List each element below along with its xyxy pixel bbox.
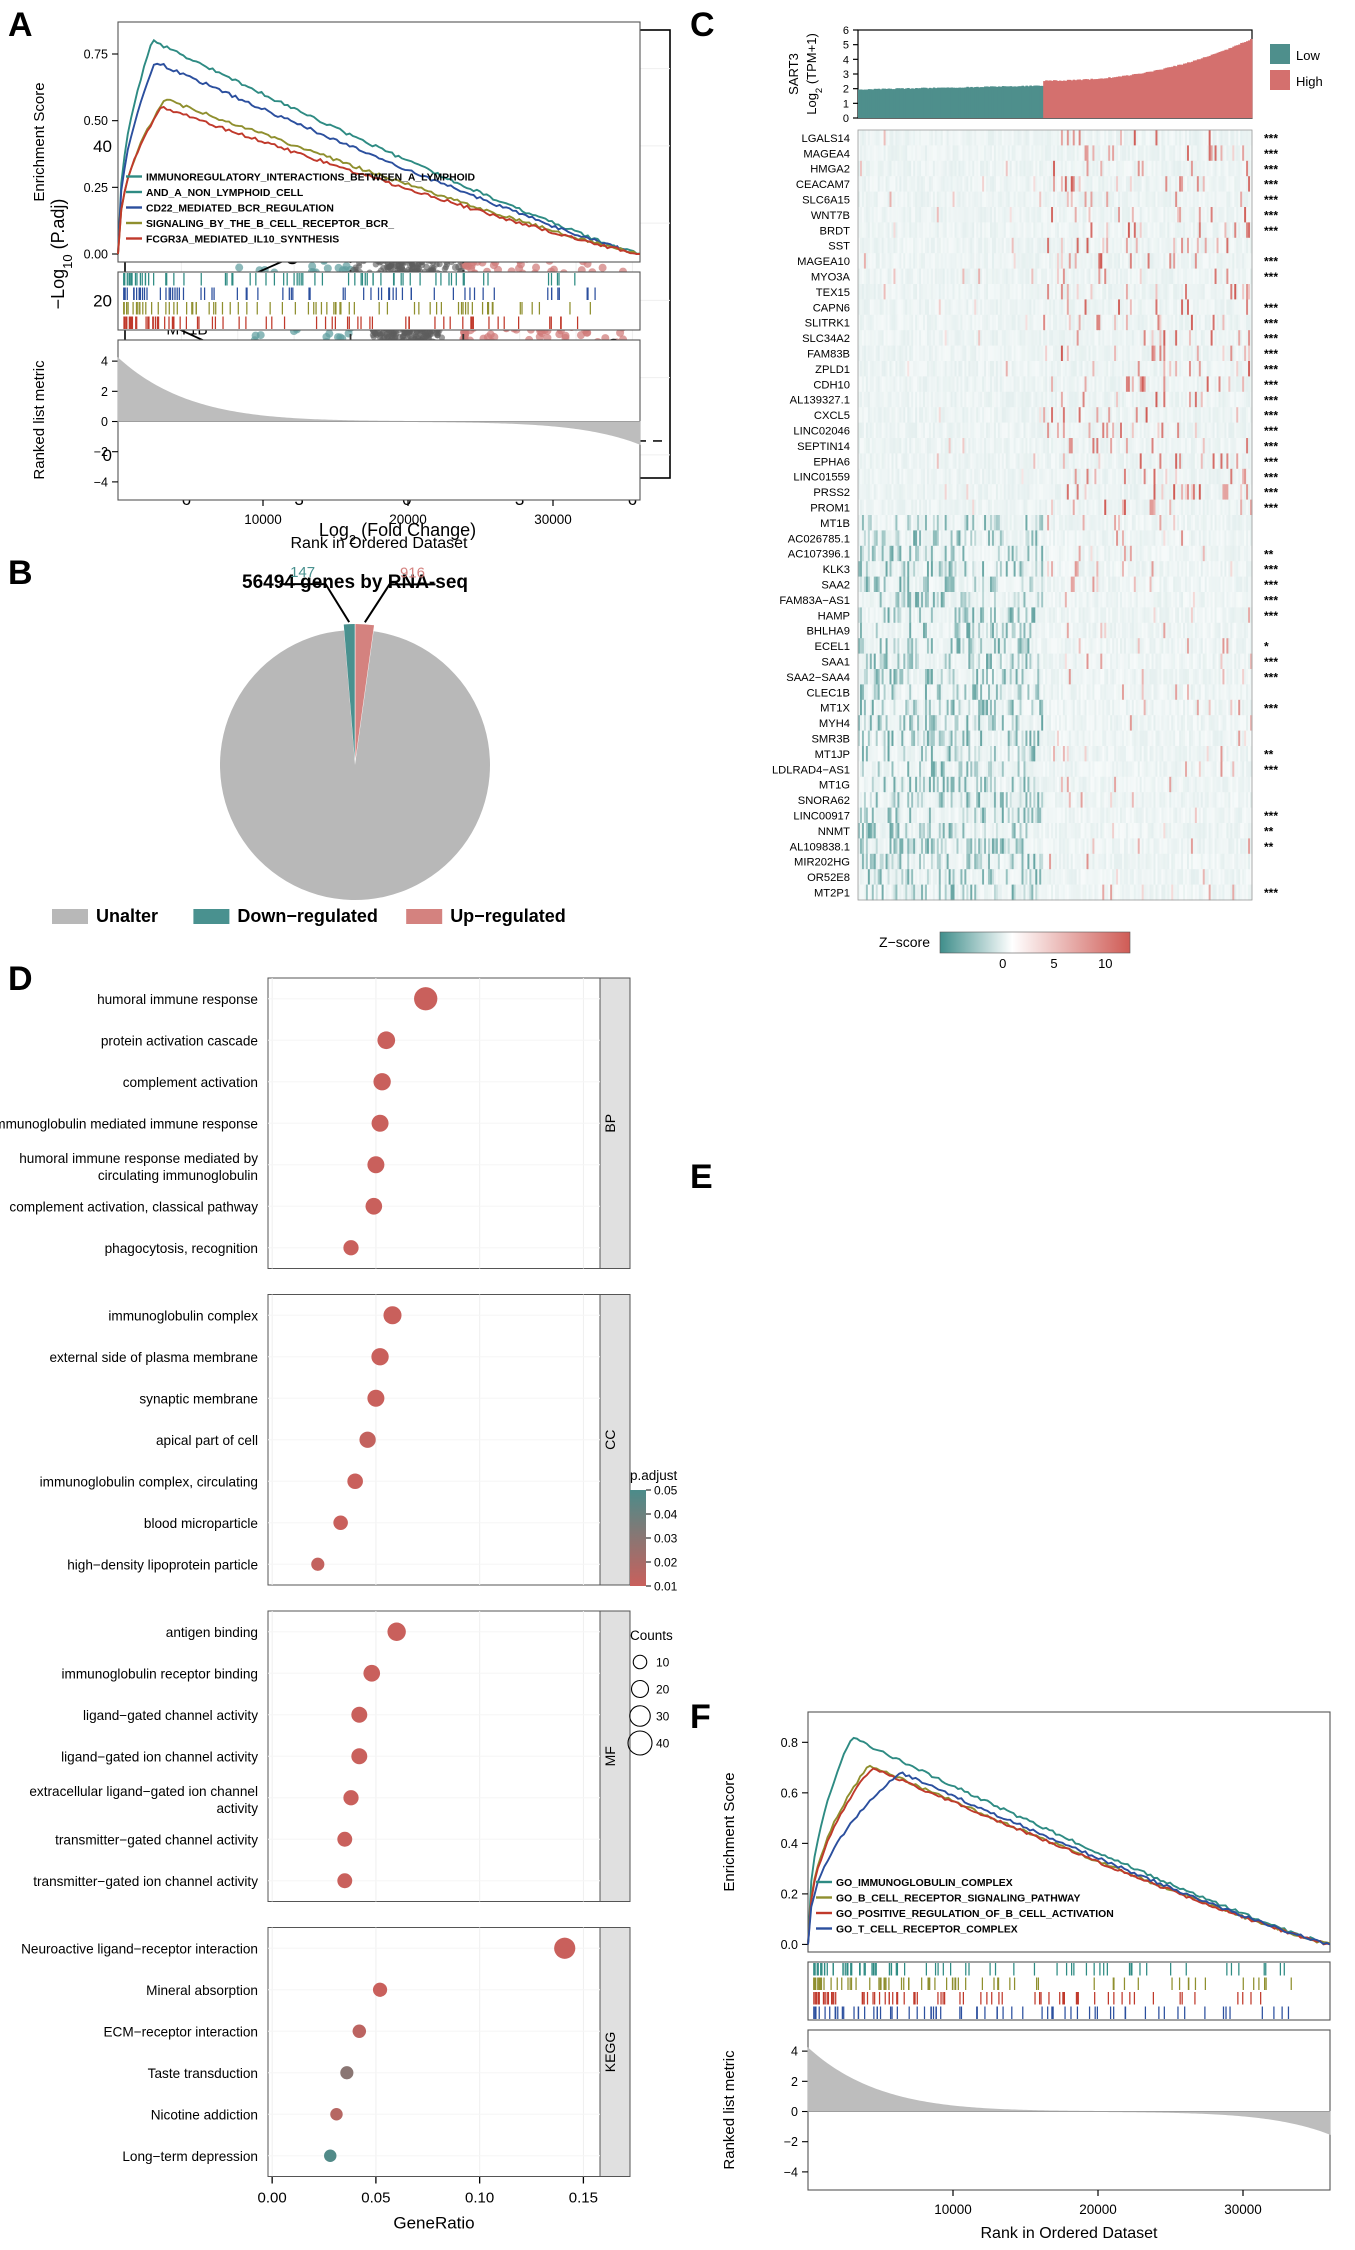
heatmap-significance: *** (1264, 255, 1278, 269)
heatmap-significance: *** (1264, 424, 1278, 438)
heatmap-significance: *** (1264, 193, 1278, 207)
pie-title: 56494 genes by RNA-seq (242, 572, 468, 593)
heatmap-gene-label: SLITRK1 (805, 318, 850, 330)
heatmap-gene-label: WNT7B (811, 210, 850, 222)
pie-legend: Unalter Down−regulated Up−regulated (52, 906, 566, 926)
sart3-bar-y-label-line2: Log2 (TPM+1) (804, 33, 825, 115)
heatmap-gene-label: AL139327.1 (790, 395, 850, 407)
heatmap-gene-label: CXCL5 (814, 410, 850, 422)
heatmap-gene-label: TEX15 (816, 287, 850, 299)
heatmap-gene-label: CDH10 (813, 379, 850, 391)
pie-callout-label: 147 (290, 564, 315, 581)
group-legend-label: High (1296, 74, 1323, 89)
heatmap-gene-label: LGALS14 (801, 133, 850, 145)
heatmap-significance: *** (1264, 393, 1278, 407)
heatmap-gene-label: EPHA6 (813, 456, 850, 468)
heatmap-gene-label: SLC6A15 (802, 195, 850, 207)
sart3-bar-y-label-line1: SART3 (786, 53, 801, 95)
heatmap-significance: *** (1264, 347, 1278, 361)
pie-legend-swatch (52, 909, 88, 924)
pie-legend-label: Down−regulated (237, 906, 378, 926)
sart3-bar-y-tick: 1 (843, 98, 849, 110)
pie-legend-swatch (193, 909, 230, 924)
heatmap-significance: *** (1264, 378, 1278, 392)
heatmap-significance: *** (1264, 162, 1278, 176)
heatmap-gene-label: BRDT (820, 225, 851, 237)
heatmap-significance: *** (1264, 224, 1278, 238)
heatmap-gene-label: FAM83B (807, 349, 850, 361)
group-legend-swatch (1270, 44, 1290, 64)
heatmap-significance: *** (1264, 409, 1278, 423)
sart3-bar-y-tick: 6 (843, 25, 849, 37)
panel-letter-e: E (690, 1158, 713, 1196)
heatmap-significance: *** (1264, 332, 1278, 346)
heatmap-significance: *** (1264, 209, 1278, 223)
heatmap-significance: *** (1264, 440, 1278, 454)
heatmap-significance: *** (1264, 363, 1278, 377)
heatmap-gene-label: LINC02046 (793, 426, 850, 438)
heatmap-gene-label: MYO3A (811, 272, 851, 284)
heatmap-gene-label: MAGEA10 (797, 256, 850, 268)
pie-legend-label: Unalter (96, 906, 158, 926)
heatmap-gene-label: LINC01559 (793, 472, 850, 484)
sart3-bar-y-tick: 3 (843, 69, 849, 81)
heatmap-significance: *** (1264, 147, 1278, 161)
heatmap-gene-label: SST (828, 241, 850, 253)
heatmap-significance: *** (1264, 132, 1278, 146)
heatmap-significance: *** (1264, 301, 1278, 315)
group-legend-swatch (1270, 70, 1290, 90)
pie-chart-svg: 56494 genes by RNA-seq147 916 Unalter Down−… (52, 564, 566, 926)
heatmap-gene-label: HMGA2 (810, 164, 850, 176)
sart3-bar-y-tick: 2 (843, 84, 849, 96)
panel-c-heatmap: 0 1 2 3 4 5 6 SART3 Log2 (TPM+1) Low High LGALS14 **… (690, 10, 1355, 1130)
heatmap-svg: 0 1 2 3 4 5 6 SART3Log2 (TPM+1) Low High LGALS14 **… (772, 25, 1323, 971)
heatmap-gene-label: MAGEA4 (803, 148, 850, 160)
group-legend: Low High (1270, 44, 1323, 90)
heatmap-significance: *** (1264, 270, 1278, 284)
pie-legend-label: Up−regulated (450, 906, 566, 926)
panel-b-pie: 56494 genes by RNA-seq 147 916 Unalter Down−… (30, 560, 680, 960)
heatmap-gene-label: CAPN6 (813, 302, 850, 314)
heatmap-significance: *** (1264, 470, 1278, 484)
sart3-bar-y-tick: 0 (843, 113, 849, 125)
heatmap-significance: *** (1264, 316, 1278, 330)
pie-slice-unalter (220, 630, 491, 900)
heatmap-gene-label: CEACAM7 (796, 179, 850, 191)
pie-callout-label: 916 (400, 564, 425, 581)
heatmap-gene-label: SEPTIN14 (797, 441, 850, 453)
heatmap-gene-label: SLC34A2 (802, 333, 850, 345)
heatmap-gene-label: ZPLD1 (815, 364, 850, 376)
sart3-bar-y-tick: 4 (843, 54, 849, 66)
heatmap-significance: *** (1264, 178, 1278, 192)
panel-letter-b: B (8, 554, 33, 592)
heatmap-significance: *** (1264, 455, 1278, 469)
sart3-bar (1250, 38, 1253, 118)
pie-legend-swatch (406, 909, 443, 924)
group-legend-label: Low (1296, 48, 1320, 63)
sart3-bar-y-tick: 5 (843, 40, 849, 52)
